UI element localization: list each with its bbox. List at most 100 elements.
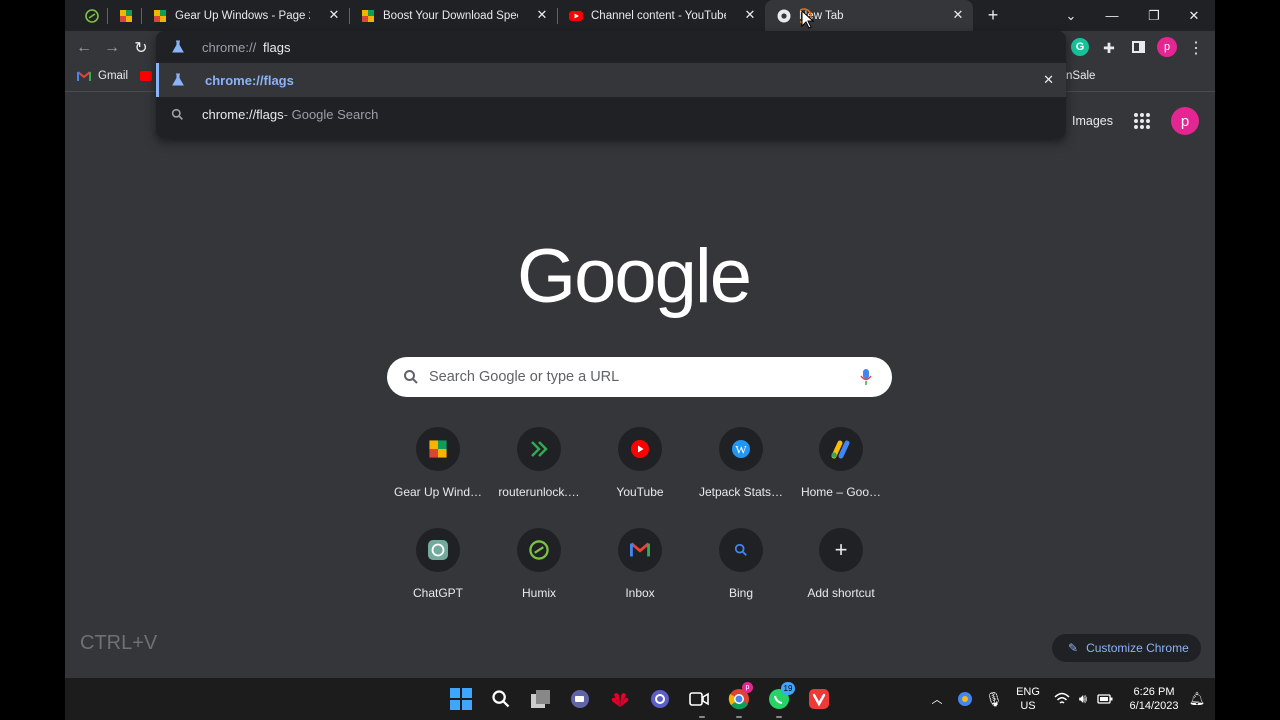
battery-icon[interactable] [1093,687,1117,711]
notification-badge: 19 [781,682,795,695]
clock-date: 6/14/2023 [1129,700,1179,712]
side-panel-icon[interactable] [1132,41,1145,53]
extensions-puzzle-icon[interactable]: ✚ [1098,37,1120,59]
search-icon[interactable] [489,687,513,711]
back-arrow-icon[interactable]: ← [73,37,95,59]
tab-pinned-humix[interactable] [73,0,107,31]
search-placeholder[interactable]: Search Google or type a URL [429,369,619,385]
shortcut-chatgpt[interactable]: ChatGPT [388,528,488,618]
remove-suggestion-icon[interactable]: ✕ [1043,72,1054,88]
address-bar[interactable]: chrome:// flags [156,31,1066,63]
shortcut-humix[interactable]: Humix [489,528,589,618]
chevron-up-icon[interactable]: ︿ [925,687,949,711]
running-indicator [736,716,742,718]
reload-icon[interactable]: ↻ [130,37,152,59]
gearup-icon [154,9,166,22]
running-indicator [776,716,782,718]
clock-time: 6:26 PM [1133,686,1175,698]
gearup-icon [120,9,132,22]
tab-search-icon[interactable]: ⌄ [1050,0,1092,31]
region-code: US [1020,700,1036,712]
keystroke-overlay: CTRL+V [80,632,158,654]
restore-button[interactable]: ❐ [1133,0,1175,31]
shortcut-inbox[interactable]: Inbox [590,528,690,618]
microphone-icon[interactable] [860,368,872,386]
chrome-icon [777,9,791,22]
add-shortcut-button[interactable]: + Add shortcut [791,528,891,618]
profile-badge: p [742,682,753,693]
shortcut-label: YouTube [616,485,664,499]
windows-start-icon[interactable] [449,687,473,711]
shortcut-gear-up[interactable]: Gear Up Wind… [388,427,488,517]
notifications-bell-icon[interactable]: 🔔︎ [1185,687,1209,711]
microphone-icon[interactable]: 🎙︎ [982,687,1006,711]
close-tab-icon[interactable]: ✕ [951,8,965,22]
tab-pinned-gearup[interactable] [107,0,141,31]
browser-window: Gear Up Windows - Page 2 ✕ Boost Your Do… [65,0,1215,720]
search-icon [734,543,747,556]
forward-arrow-icon[interactable]: → [101,37,123,59]
shortcut-label: Jetpack Stats… [698,485,784,499]
teams-chat-icon[interactable] [568,687,592,711]
tab-title: Boost Your Download Speed: Ei [383,9,518,22]
whatsapp-icon[interactable]: 19 [767,682,795,711]
shortcut-home-google[interactable]: Home – Goo… [791,427,891,517]
suggestion-search[interactable]: chrome://flags - Google Search [156,97,1066,131]
suggestion-flags[interactable]: chrome://flags ✕ [156,63,1066,97]
tab-title: Gear Up Windows - Page 2 [175,9,310,22]
tab-gear-up-windows[interactable]: Gear Up Windows - Page 2 ✕ [141,0,349,31]
shortcut-label: Bing [728,586,754,600]
shortcut-youtube[interactable]: YouTube [590,427,690,517]
tab-youtube-studio[interactable]: Channel content - YouTube Stu ✕ [557,0,765,31]
bookmark-gmail[interactable]: Gmail [77,70,128,82]
new-tab-button[interactable]: + [973,0,1013,31]
minimize-button[interactable]: — [1091,0,1133,31]
task-view-icon[interactable] [529,687,553,711]
huawei-icon[interactable] [608,687,632,711]
shortcut-jetpack-stats[interactable]: W Jetpack Stats… [691,427,791,517]
gmail-icon [77,70,91,81]
customize-label: Customize Chrome [1086,641,1189,655]
close-tab-icon[interactable]: ✕ [743,8,757,22]
google-logo: Google [517,234,752,319]
chrome-icon[interactable]: p [727,682,753,711]
close-window-button[interactable]: ✕ [1173,0,1215,31]
search-box[interactable]: Search Google or type a URL [387,357,892,397]
tab-title: New Tab [799,9,844,22]
url-typed: flags [263,40,291,55]
gearup-icon [429,440,447,458]
camera-icon[interactable] [687,687,711,711]
gearup-icon [362,9,374,22]
screen-recorder-icon[interactable] [648,687,672,711]
pencil-icon: ✎ [1068,641,1079,655]
clock[interactable]: 6:26 PM 6/14/2023 [1121,685,1187,713]
routerunlock-icon [531,441,548,457]
bookmark-label: nSale [1066,70,1096,82]
google-apps-grid-icon[interactable] [1133,112,1151,130]
account-avatar[interactable]: p [1171,107,1199,135]
omnibox-dropdown: chrome:// flags chrome://flags ✕ chrome:/… [156,31,1066,138]
humix-icon [529,540,549,560]
profile-avatar[interactable]: p [1157,37,1177,57]
tab-title: Channel content - YouTube Stu [591,9,726,22]
tab-new-tab[interactable]: New Tab ✕ [765,0,973,31]
bookmark-partial[interactable]: nSale [1066,70,1095,82]
windows-taskbar: p 19 ︿ 🎙︎ ENG US 🔊︎ 6:26 PM 6/14/2023 🔔︎ [65,678,1215,720]
language-indicator[interactable]: ENG US [1009,685,1047,713]
volume-icon[interactable]: 🔊︎ [1071,687,1095,711]
shortcut-label: Home – Goo… [800,485,882,499]
vivaldi-icon[interactable] [807,687,831,711]
menu-kebab-icon[interactable]: ⋮ [1185,37,1207,59]
tray-app-icon[interactable] [953,687,977,711]
images-link[interactable]: Images [1072,114,1113,128]
shortcut-bing[interactable]: Bing [691,528,791,618]
suggestion-text: chrome://flags [205,72,294,88]
shortcut-routerunlock[interactable]: routerunlock.… [489,427,589,517]
close-tab-icon[interactable]: ✕ [327,8,341,22]
tab-boost-download[interactable]: Boost Your Download Speed: Ei ✕ [349,0,557,31]
search-icon [171,108,183,120]
close-tab-icon[interactable]: ✕ [535,8,549,22]
grammarly-icon[interactable]: G [1071,38,1089,56]
youtube-icon[interactable] [140,71,152,81]
customize-chrome-button[interactable]: ✎ Customize Chrome [1052,634,1201,662]
